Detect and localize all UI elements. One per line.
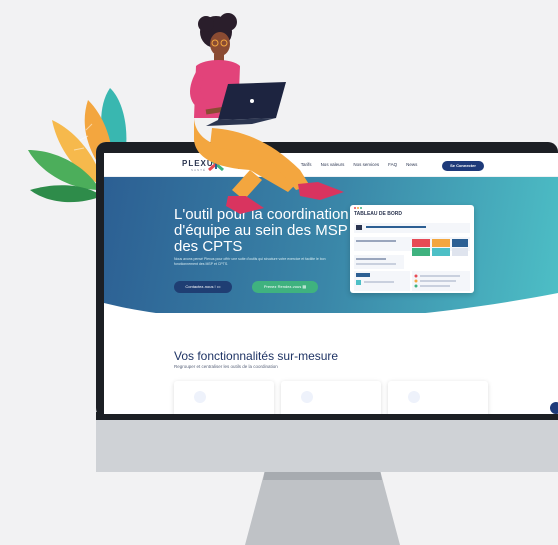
illustration-scene: PLEXUS SANTÉ Accueil Fonctionnalités Tar… bbox=[0, 0, 558, 545]
person-with-laptop bbox=[190, 13, 344, 214]
foreground-illustration bbox=[190, 13, 558, 414]
chat-bubble-icon bbox=[550, 402, 558, 414]
